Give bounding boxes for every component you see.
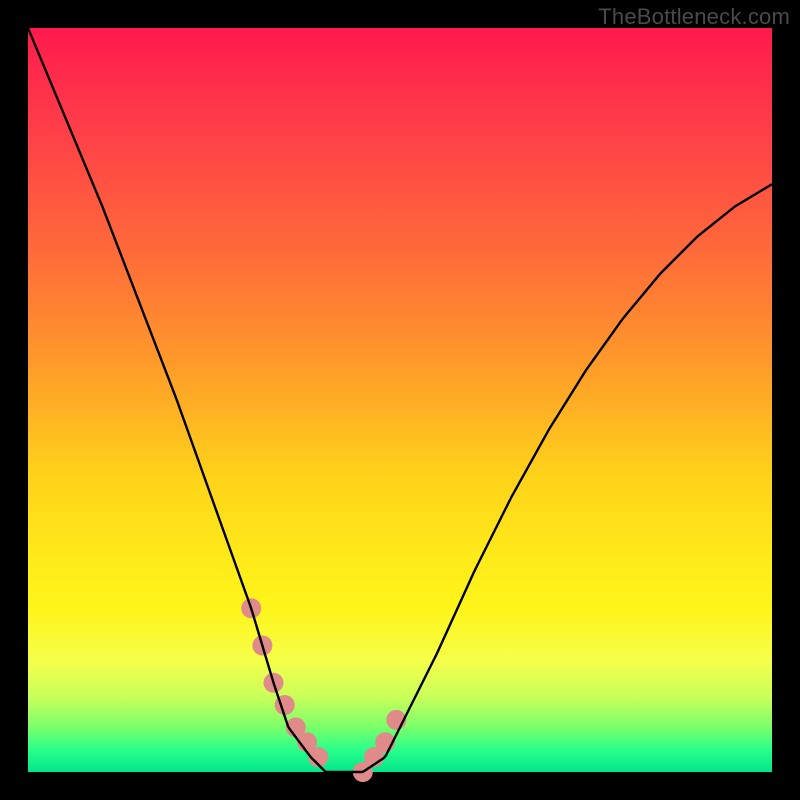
chart-plot-area [28, 28, 772, 772]
chart-svg [28, 28, 772, 772]
chart-frame: TheBottleneck.com [0, 0, 800, 800]
watermark-text: TheBottleneck.com [598, 4, 790, 30]
bottleneck-curve-path [28, 28, 772, 772]
marker-layer [241, 598, 406, 782]
